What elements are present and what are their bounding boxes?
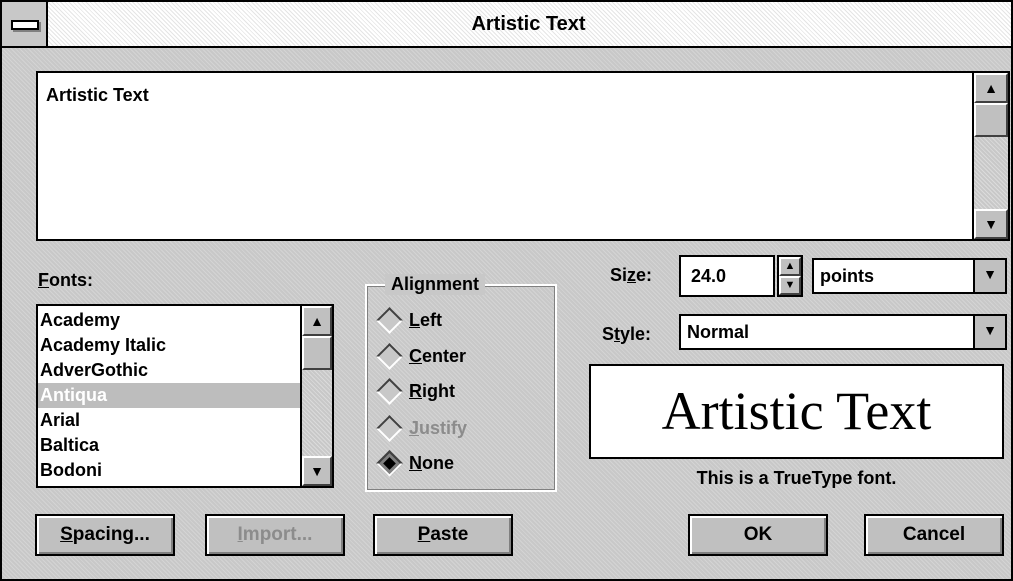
font-item-bodoni[interactable]: Bodoni: [38, 458, 304, 483]
radio-diamond-selected-icon: [376, 449, 403, 477]
font-item-academy[interactable]: Academy: [38, 308, 304, 333]
font-preview: Artistic Text: [589, 364, 1004, 459]
fonts-listbox[interactable]: Academy Academy Italic AdverGothic Antiq…: [36, 304, 334, 488]
system-menu-icon: [11, 20, 39, 30]
text-editor-value[interactable]: Artistic Text: [46, 85, 149, 106]
fonts-scrollbar[interactable]: ▲ ▼: [300, 306, 332, 486]
font-item-antiqua[interactable]: Antiqua: [38, 383, 304, 408]
fonts-scroll-down-button[interactable]: ▼: [302, 456, 332, 486]
radio-diamond-icon: [376, 342, 403, 370]
spacing-button[interactable]: Spacing...: [35, 514, 175, 556]
text-editor[interactable]: Artistic Text ▲ ▼: [36, 71, 1010, 241]
alignment-title: Alignment: [385, 274, 485, 295]
align-none-label: None: [409, 452, 455, 473]
align-right-radio[interactable]: Right: [375, 377, 455, 405]
dropdown-arrow-icon[interactable]: ▼: [973, 316, 1005, 348]
cancel-button[interactable]: Cancel: [864, 514, 1004, 556]
fonts-scroll-up-button[interactable]: ▲: [302, 306, 332, 336]
align-right-label: Right: [409, 380, 455, 401]
fonts-label: Fonts:: [38, 270, 93, 290]
font-item-advergothic[interactable]: AdverGothic: [38, 358, 304, 383]
fonts-scroll-thumb[interactable]: [302, 336, 332, 370]
window-title: Artistic Text: [471, 13, 586, 35]
style-label: Style:: [602, 324, 652, 344]
scroll-thumb[interactable]: [974, 103, 1008, 137]
size-label: Size:: [610, 265, 653, 285]
style-value: Normal: [687, 322, 750, 342]
spin-up-icon[interactable]: ▲: [779, 257, 801, 276]
size-spinner[interactable]: ▲ ▼: [777, 255, 803, 297]
size-input[interactable]: 24.0: [679, 255, 775, 297]
arrow-down-icon: ▼: [984, 216, 998, 232]
scroll-down-button[interactable]: ▼: [974, 209, 1008, 239]
scroll-up-button[interactable]: ▲: [974, 73, 1008, 103]
align-left-label: Left: [409, 309, 442, 330]
radio-diamond-icon: [376, 306, 403, 334]
align-justify-label: Justify: [409, 417, 468, 438]
font-item-arial[interactable]: Arial: [38, 408, 304, 433]
unit-dropdown[interactable]: points ▼: [812, 258, 1007, 294]
align-center-label: Center: [409, 345, 467, 366]
align-justify-radio: Justify: [375, 414, 467, 442]
arrow-up-icon: ▲: [310, 313, 324, 329]
unit-value: points: [820, 266, 874, 286]
font-type-note: This is a TrueType font.: [696, 468, 897, 488]
title-bar: Artistic Text: [2, 2, 1011, 48]
align-none-radio[interactable]: None: [375, 449, 454, 477]
alignment-group: Alignment Left Center Right Justify None: [365, 274, 557, 492]
text-editor-scrollbar[interactable]: ▲ ▼: [972, 73, 1008, 239]
paste-button[interactable]: Paste: [373, 514, 513, 556]
style-dropdown[interactable]: Normal ▼: [679, 314, 1007, 350]
arrow-up-icon: ▲: [984, 80, 998, 96]
align-center-radio[interactable]: Center: [375, 342, 466, 370]
font-item-baltica[interactable]: Baltica: [38, 433, 304, 458]
radio-diamond-icon: [376, 377, 403, 405]
import-button: Import...: [205, 514, 345, 556]
font-item-academy-italic[interactable]: Academy Italic: [38, 333, 304, 358]
ok-button[interactable]: OK: [688, 514, 828, 556]
arrow-down-icon: ▼: [310, 463, 324, 479]
align-left-radio[interactable]: Left: [375, 306, 442, 334]
system-menu-button[interactable]: [2, 2, 48, 46]
dropdown-arrow-icon[interactable]: ▼: [973, 260, 1005, 292]
radio-diamond-icon: [376, 414, 403, 442]
spin-down-icon[interactable]: ▼: [779, 276, 801, 295]
artistic-text-dialog: Artistic Text Artistic Text ▲ ▼ Fonts: A…: [0, 0, 1013, 581]
